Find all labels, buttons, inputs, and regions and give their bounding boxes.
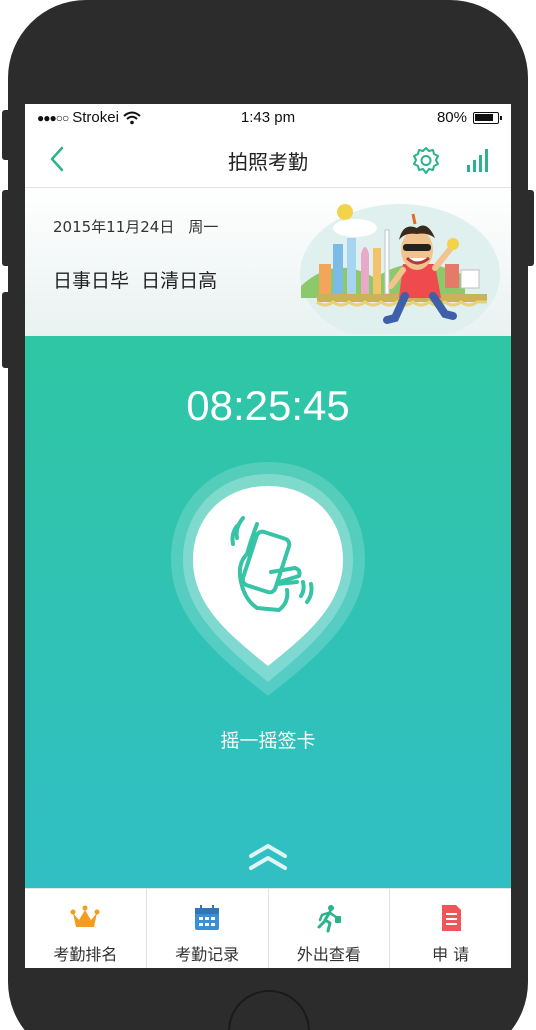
app-screen: ●●●○○ Strokei 1:43 pm 80% 拍照考勤 2015年11月2… bbox=[25, 104, 511, 968]
running-man-icon bbox=[317, 905, 341, 933]
date-line: 2015年11月24日 周一 bbox=[53, 216, 218, 237]
status-bar: ●●●○○ Strokei 1:43 pm 80% bbox=[25, 104, 511, 132]
battery-percent: 80% bbox=[436, 109, 467, 126]
tab-attendance-records[interactable]: 考勤记录 bbox=[147, 889, 269, 968]
weekday-text: 周一 bbox=[188, 218, 219, 236]
gear-icon[interactable] bbox=[411, 146, 441, 176]
expand-up-icon[interactable] bbox=[247, 842, 289, 872]
nav-bar: 拍照考勤 bbox=[25, 132, 511, 188]
calendar-icon bbox=[195, 905, 220, 930]
tab-label: 考勤排名 bbox=[53, 945, 118, 964]
tab-attendance-ranking[interactable]: 考勤排名 bbox=[25, 889, 147, 968]
tab-label: 考勤记录 bbox=[175, 945, 240, 964]
document-icon bbox=[441, 905, 461, 931]
shake-button[interactable] bbox=[153, 460, 383, 710]
bottom-tab-bar: 考勤排名 考勤记录 外出查看 申 请 bbox=[25, 888, 511, 968]
date-header: 2015年11月24日 周一 日事日毕 日清日高 bbox=[25, 188, 511, 336]
tab-application[interactable]: 申 请 bbox=[390, 889, 511, 968]
crown-icon bbox=[70, 905, 100, 927]
tab-label: 外出查看 bbox=[296, 945, 361, 964]
battery-icon bbox=[473, 111, 502, 124]
signal-bars-icon[interactable] bbox=[465, 146, 493, 174]
tab-outing-view[interactable]: 外出查看 bbox=[269, 889, 391, 968]
home-button bbox=[228, 990, 310, 1030]
current-time: 08:25:45 bbox=[186, 382, 350, 429]
tab-label: 申 请 bbox=[432, 945, 470, 964]
shake-checkin-panel: 08:25:45 摇一摇签卡 bbox=[25, 336, 511, 888]
date-text: 2015年11月24日 bbox=[53, 218, 175, 236]
shake-label: 摇一摇签卡 bbox=[220, 730, 316, 752]
city-character-illustration bbox=[300, 204, 500, 334]
motto-text: 日事日毕 日清日高 bbox=[53, 270, 218, 292]
